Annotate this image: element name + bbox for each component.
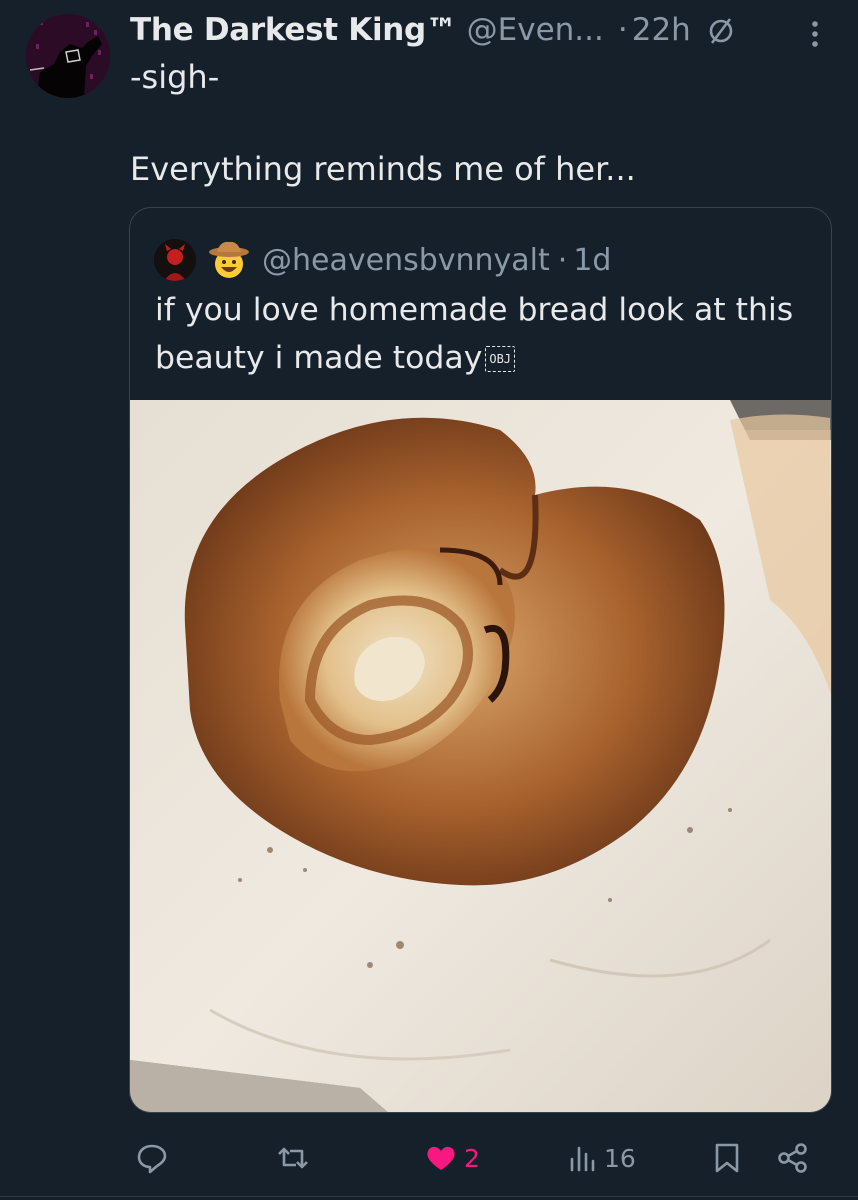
object-replacement-glyph: OBJ bbox=[485, 346, 516, 372]
quoted-author-avatar[interactable] bbox=[154, 239, 196, 281]
author-display-name[interactable]: The Darkest King™ bbox=[130, 12, 457, 48]
author-handle[interactable]: @Even... bbox=[467, 12, 604, 48]
views-icon bbox=[570, 1146, 595, 1172]
more-icon[interactable] bbox=[800, 14, 830, 54]
tweet-text-line: -sigh- bbox=[130, 58, 220, 96]
header-separator: · bbox=[617, 12, 628, 48]
like-button[interactable]: 2 bbox=[424, 1140, 480, 1176]
tweet-text-line: Everything reminds me of her... bbox=[130, 150, 636, 188]
quoted-tweet-text: if you love homemade bread look at this … bbox=[155, 286, 815, 382]
heart-icon bbox=[427, 1146, 455, 1170]
quoted-tweet-image[interactable] bbox=[130, 400, 831, 1112]
views-count: 16 bbox=[604, 1143, 636, 1173]
quoted-header-separator: · bbox=[557, 242, 568, 278]
reply-icon bbox=[137, 1144, 167, 1174]
quoted-author-handle[interactable]: @heavensbvnnyalt bbox=[262, 243, 550, 278]
avatar-image bbox=[26, 14, 110, 98]
tweet-action-bar: 2 16 bbox=[0, 1128, 858, 1188]
bookmark-button[interactable] bbox=[710, 1140, 744, 1176]
quoted-tweet-timestamp[interactable]: 1d bbox=[573, 243, 611, 278]
views-button[interactable]: 16 bbox=[566, 1140, 636, 1176]
tweet-header: The Darkest King™ @Even... · 22h bbox=[130, 8, 737, 52]
retweet-icon bbox=[278, 1147, 308, 1169]
muted-icon bbox=[709, 18, 733, 44]
tweet-timestamp[interactable]: 22h bbox=[632, 12, 691, 48]
like-count: 2 bbox=[464, 1143, 480, 1173]
share-icon bbox=[778, 1143, 807, 1173]
tweet-detail: The Darkest King™ @Even... · 22h -sigh- … bbox=[0, 0, 858, 1200]
author-avatar[interactable] bbox=[26, 14, 110, 98]
bookmark-icon bbox=[715, 1143, 739, 1173]
quoted-tweet-text-content: if you love homemade bread look at this … bbox=[155, 292, 794, 376]
divider bbox=[0, 1196, 858, 1197]
retweet-button[interactable] bbox=[276, 1140, 318, 1176]
quoted-tweet-card[interactable]: @heavensbvnnyalt · 1d if you love homema… bbox=[129, 207, 832, 1113]
reply-button[interactable] bbox=[135, 1140, 177, 1176]
quoted-avatar-image bbox=[154, 239, 196, 281]
share-button[interactable] bbox=[776, 1140, 810, 1176]
quoted-tweet-header: @heavensbvnnyalt · 1d bbox=[154, 238, 611, 282]
cowboy-emoji-icon bbox=[209, 241, 249, 278]
bread-photo bbox=[130, 400, 831, 1112]
